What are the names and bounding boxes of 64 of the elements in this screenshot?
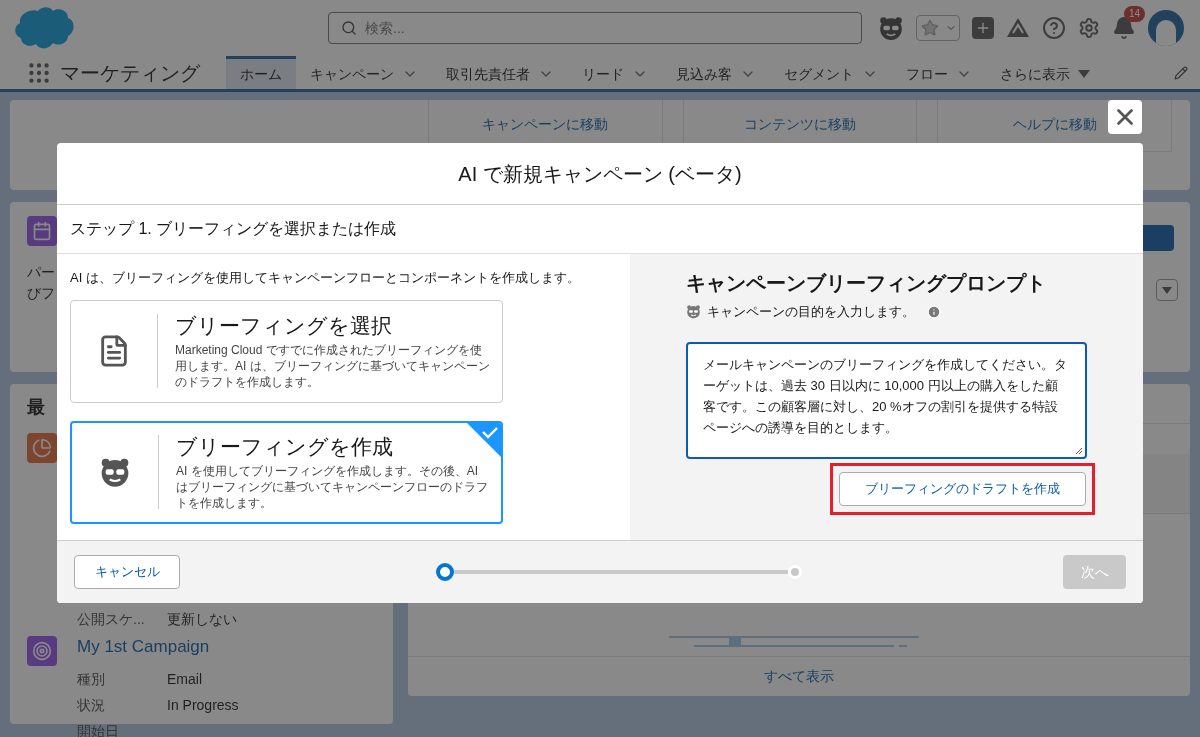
option-description: AI を使用してブリーフィングを作成します。その後、AI はブリーフィングに基づいてキャンペーンフローのドラフトを作成します。 — [176, 463, 489, 511]
card-title: 最 — [27, 396, 45, 419]
modal-title: AI で新規キャンペーン (ベータ) — [458, 161, 742, 187]
nav-tab[interactable]: キャンペーン — [296, 56, 432, 89]
notification-badge: 14 — [1124, 6, 1146, 22]
prompt-hint: キャンペーンの目的を入力します。 — [707, 303, 915, 321]
option-description: Marketing Cloud ですでに作成されたブリーフィングを使用します。AI は、ブリーフィングに基づいてキャンペーンのドラフトを作成します。 — [175, 342, 490, 390]
field-label: 開始日 — [77, 721, 120, 737]
plus-icon — [975, 20, 991, 36]
cloud-logo-icon[interactable] — [12, 5, 76, 51]
field-label: 状況 — [77, 695, 106, 715]
search-icon — [341, 20, 357, 36]
caret-icon — [1078, 70, 1090, 78]
view-all-link[interactable]: すべて表示 — [764, 666, 834, 687]
caret-icon — [1162, 286, 1172, 294]
nav-tab[interactable]: さらに表示 — [986, 56, 1104, 89]
avatar[interactable] — [1148, 10, 1184, 46]
star-icon — [921, 19, 939, 37]
nav-tab[interactable]: 見込み客 — [662, 56, 770, 89]
agent-icon — [99, 456, 131, 488]
card-text: パー — [27, 263, 55, 282]
add-button[interactable] — [972, 17, 994, 39]
resize-handle-icon — [1075, 446, 1083, 455]
search-placeholder: 検索... — [365, 18, 405, 38]
check-corner-icon — [467, 422, 501, 457]
agent-icon — [686, 304, 701, 320]
agent-icon — [878, 15, 904, 41]
option-title: ブリーフィングを選択 — [175, 313, 392, 339]
nav-tab[interactable]: リード — [568, 56, 662, 89]
step-marker — [788, 565, 802, 579]
prompt-title: キャンペーンブリーフィングプロンプト — [686, 271, 1046, 296]
option-card[interactable]: ブリーフィングを選択 Marketing Cloud ですでに作成されたブリーフィングを使用します。AI は、ブリーフィングに基づいてキャンペーンのドラフトを作成します。 — [70, 299, 503, 403]
nav-tab[interactable]: フロー — [892, 56, 986, 89]
mountain-icon[interactable] — [1006, 17, 1030, 39]
field-label: 公開スケ... — [77, 610, 146, 629]
option-title: ブリーフィングを作成 — [176, 434, 393, 460]
nav-tab[interactable]: ホーム — [226, 56, 296, 89]
nav-tab[interactable]: 取引先責任者 — [432, 56, 568, 89]
dropdown-button[interactable] — [1156, 279, 1178, 301]
bell-icon[interactable] — [1112, 16, 1136, 40]
pie-chart-icon — [32, 438, 52, 458]
campaign-link[interactable]: My 1st Campaign — [77, 634, 239, 660]
prompt-field[interactable]: メールキャンペーンのブリーフィングを作成してください。ターゲットは、過去 30 日以内に 10,000 円以上の購入をした顧客です。この顧客層に対し、20 %オフの割引を提供する特設ページへの誘導を目的とします。 — [686, 341, 1087, 459]
field-value: In Progress — [167, 695, 239, 715]
edit-icon[interactable] — [1174, 65, 1188, 80]
favorites-button[interactable] — [916, 15, 960, 41]
intro-text: AI は、ブリーフィングを使用してキャンペーンフローとコンポーネントを作成します。 — [70, 269, 580, 287]
field-value: Email — [167, 669, 202, 689]
search-field[interactable]: 検索... — [328, 12, 862, 44]
close-button[interactable] — [1108, 100, 1142, 134]
step-title: ステップ 1. ブリーフィングを選択または作成 — [70, 219, 397, 239]
calendar-icon — [32, 221, 52, 241]
target-icon — [32, 641, 52, 661]
option-card[interactable]: ブリーフィングを作成 AI を使用してブリーフィングを作成します。その後、AI はブリーフィングに基づいてキャンペーンフローのドラフトを作成します。 — [70, 420, 503, 524]
nav-tab[interactable]: セグメント — [770, 56, 892, 89]
app-name: マーケティング — [60, 60, 200, 86]
card-text: びフ — [27, 284, 55, 303]
cancel-button[interactable]: キャンセル — [74, 555, 180, 589]
field-label: 種別 — [77, 669, 106, 689]
help-icon[interactable] — [1042, 16, 1066, 40]
settings-icon[interactable] — [1078, 17, 1100, 39]
draft-button[interactable]: ブリーフィングのドラフトを作成 — [839, 471, 1086, 506]
info-icon — [927, 304, 941, 319]
field-value: 更新しない — [167, 610, 237, 629]
